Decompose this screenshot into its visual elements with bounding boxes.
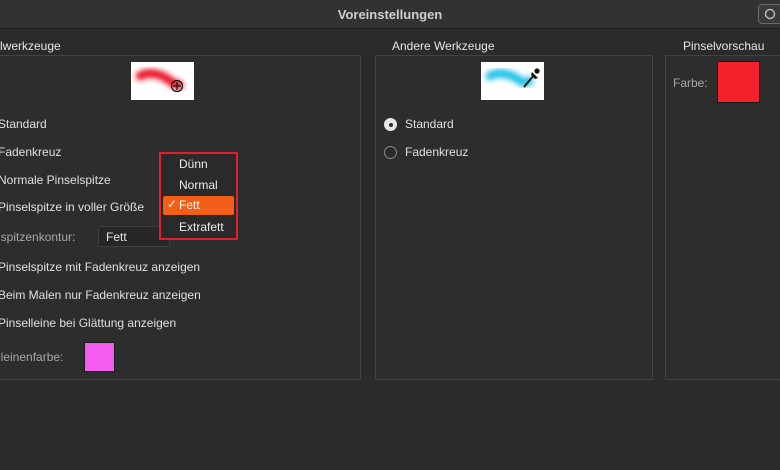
other-brush-stroke: [485, 68, 534, 87]
brush-preview-title: Pinselvorschau: [683, 39, 765, 53]
checkmark-icon: ✓: [167, 197, 178, 211]
other-option-crosshair[interactable]: Fadenkreuz: [405, 145, 468, 159]
window-title: Voreinstellungen: [337, 7, 443, 22]
other-option-standard[interactable]: Standard: [405, 117, 454, 131]
dropdown-item-normal[interactable]: Normal: [163, 176, 234, 195]
dropdown-item-thin[interactable]: Dünn: [163, 155, 234, 174]
outline-label: lspitzenkontur:: [0, 230, 76, 244]
outline-dropdown-menu: Dünn Normal ✓ Fett Extrafett: [159, 152, 238, 240]
painting-cursor-preview: [131, 62, 194, 100]
radio-other-standard[interactable]: [384, 118, 397, 131]
checkbox-crosshair-only-painting[interactable]: Beim Malen nur Fadenkreuz anzeigen: [0, 288, 201, 302]
checkbox-show-smoothing-line[interactable]: Pinselleine bei Glättung anzeigen: [0, 316, 176, 330]
crosshair-brush-icon: [170, 79, 184, 93]
preview-color-swatch[interactable]: [717, 61, 760, 103]
search-icon: [764, 8, 776, 20]
dropdown-item-extra-bold[interactable]: Extrafett: [163, 218, 234, 237]
option-crosshair[interactable]: Fadenkreuz: [0, 145, 61, 159]
preview-color-label: Farbe:: [673, 76, 708, 90]
brush-stroke: [135, 68, 184, 90]
dropdown-item-bold-label: Fett: [179, 198, 200, 212]
other-tools-title: Andere Werkzeuge: [392, 39, 495, 53]
radio-other-crosshair[interactable]: [384, 146, 397, 159]
line-color-label: lleinenfarbe:: [0, 350, 64, 364]
line-color-swatch[interactable]: [84, 342, 115, 372]
brush-preview-panel: [665, 55, 780, 380]
other-cursor-preview: [481, 62, 544, 100]
dropdown-item-bold[interactable]: ✓ Fett: [163, 196, 234, 215]
option-standard[interactable]: Standard: [0, 117, 47, 131]
other-tools-panel: [375, 55, 653, 380]
painting-tools-title: lwerkzeuge: [0, 39, 61, 53]
option-full-size-brush-tip[interactable]: Pinselspitze in voller Größe: [0, 200, 144, 214]
option-normal-brush-tip[interactable]: Normale Pinselspitze: [0, 173, 111, 187]
title-bar: Voreinstellungen: [0, 0, 780, 29]
checkbox-show-crosshair[interactable]: Pinselspitze mit Fadenkreuz anzeigen: [0, 260, 200, 274]
search-button[interactable]: [758, 4, 780, 24]
